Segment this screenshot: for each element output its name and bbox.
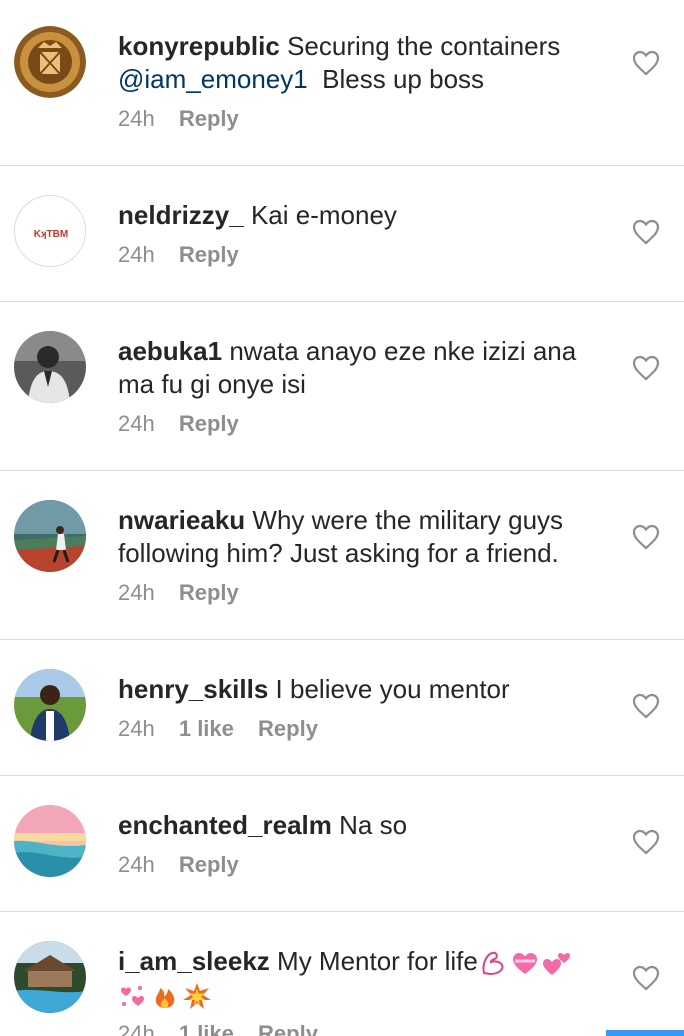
comment-meta: 24h Reply — [118, 242, 608, 268]
avatar[interactable] — [14, 669, 86, 741]
reply-button[interactable]: Reply — [179, 852, 239, 877]
comment-text: konyrepublic Securing the containers @ia… — [118, 30, 608, 96]
comment-body: My Mentor for life — [277, 946, 478, 976]
comment-text: nwarieaku Why were the military guys fol… — [118, 504, 608, 570]
heart-outline-icon[interactable] — [632, 50, 660, 76]
avatar[interactable] — [14, 331, 86, 403]
reply-button[interactable]: Reply — [179, 411, 239, 436]
two-hearts-icon — [542, 949, 572, 977]
reply-button[interactable]: Reply — [258, 716, 318, 741]
comment-username[interactable]: i_am_sleekz — [118, 946, 270, 976]
reply-button[interactable]: Reply — [179, 242, 239, 267]
comment-item: i_am_sleekz My Mentor for life 24h 1 lik… — [0, 913, 684, 1036]
flexed-biceps-icon — [478, 949, 508, 977]
comment-text: neldrizzy_ Kai e-money — [118, 199, 608, 232]
heart-outline-icon[interactable] — [632, 355, 660, 381]
comment-time: 24h — [118, 852, 155, 877]
comment-body: Kai e-money — [250, 200, 397, 230]
comment-item: henry_skills I believe you mentor 24h 1 … — [0, 641, 684, 776]
comment-time: 24h — [118, 1021, 155, 1036]
comment-text: i_am_sleekz My Mentor for life — [118, 945, 608, 1011]
reply-button[interactable]: Reply — [258, 1021, 318, 1036]
comment-time: 24h — [118, 242, 155, 267]
avatar[interactable] — [14, 26, 86, 98]
heart-outline-icon[interactable] — [632, 219, 660, 245]
heart-outline-icon[interactable] — [632, 693, 660, 719]
comment-username[interactable]: konyrepublic — [118, 31, 280, 61]
avatar-logo-text: KʞTBM — [34, 229, 68, 240]
comment-body: Na so — [339, 810, 408, 840]
comment-username[interactable]: neldrizzy_ — [118, 200, 244, 230]
scroll-indicator — [606, 1030, 684, 1036]
heart-with-ribbon-icon — [510, 949, 540, 977]
avatar[interactable] — [14, 941, 86, 1013]
comment-body-continued: Bless up boss — [322, 64, 485, 94]
fire-icon — [150, 982, 180, 1010]
comment-username[interactable]: nwarieaku — [118, 505, 245, 535]
avatar[interactable] — [14, 805, 86, 877]
collision-icon — [182, 982, 212, 1010]
comment-meta: 24h Reply — [118, 852, 608, 878]
comment-username[interactable]: enchanted_realm — [118, 810, 332, 840]
comment-item: enchanted_realm Na so 24h Reply — [0, 777, 684, 912]
comment-username[interactable]: aebuka1 — [118, 336, 222, 366]
comment-meta: 24h Reply — [118, 106, 608, 132]
avatar[interactable]: KʞTBM — [14, 195, 86, 267]
comment-time: 24h — [118, 411, 155, 436]
comment-meta: 24h 1 like Reply — [118, 1021, 608, 1036]
comment-body: I believe you mentor — [275, 674, 510, 704]
comment-item: aebuka1 nwata anayo eze nke izizi ana ma… — [0, 303, 684, 471]
comment-time: 24h — [118, 106, 155, 131]
comment-item: nwarieaku Why were the military guys fol… — [0, 472, 684, 640]
heart-outline-icon[interactable] — [632, 965, 660, 991]
sparkles-hearts-icon — [118, 982, 148, 1010]
mention-link[interactable]: @iam_emoney1 — [118, 64, 308, 94]
comment-item: konyrepublic Securing the containers @ia… — [0, 0, 684, 166]
heart-outline-icon[interactable] — [632, 829, 660, 855]
likes-count-link[interactable]: 1 like — [179, 1021, 234, 1036]
comment-meta: 24h 1 like Reply — [118, 716, 608, 742]
comment-body: Securing the containers — [287, 31, 561, 61]
reply-button[interactable]: Reply — [179, 580, 239, 605]
comment-text: enchanted_realm Na so — [118, 809, 608, 842]
avatar[interactable] — [14, 500, 86, 572]
comment-meta: 24h Reply — [118, 580, 608, 606]
comment-text: aebuka1 nwata anayo eze nke izizi ana ma… — [118, 335, 608, 401]
heart-outline-icon[interactable] — [632, 524, 660, 550]
comment-time: 24h — [118, 580, 155, 605]
comment-time: 24h — [118, 716, 155, 741]
comment-meta: 24h Reply — [118, 411, 608, 437]
comment-username[interactable]: henry_skills — [118, 674, 268, 704]
likes-count-link[interactable]: 1 like — [179, 716, 234, 741]
comment-text: henry_skills I believe you mentor — [118, 673, 608, 706]
comment-item: KʞTBM neldrizzy_ Kai e-money 24h Reply — [0, 167, 684, 302]
reply-button[interactable]: Reply — [179, 106, 239, 131]
